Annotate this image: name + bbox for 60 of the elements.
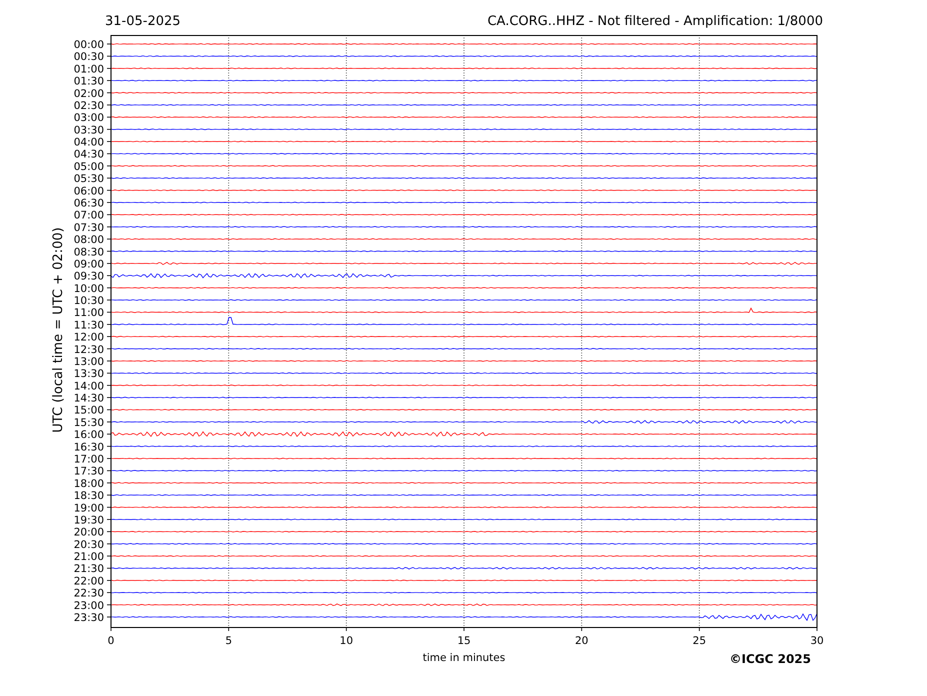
time-label: 09:00 xyxy=(74,258,104,270)
time-label: 08:00 xyxy=(74,234,104,246)
time-label: 16:00 xyxy=(74,429,104,442)
time-label: 17:30 xyxy=(74,466,104,478)
x-tick-label: 25 xyxy=(692,635,706,647)
time-label: 08:30 xyxy=(74,246,104,258)
chart-title: CA.CORG..HHZ - Not filtered - Amplification: 1/8000 xyxy=(487,13,823,31)
time-label: 01:30 xyxy=(74,76,104,88)
time-label: 12:00 xyxy=(74,332,104,344)
time-label: 06:00 xyxy=(74,185,104,198)
time-label: 17:00 xyxy=(74,454,104,466)
time-label: 06:30 xyxy=(74,198,104,210)
time-label: 03:00 xyxy=(74,112,104,124)
time-label: 19:30 xyxy=(74,514,104,526)
time-label: 07:30 xyxy=(74,222,104,234)
time-label: 14:30 xyxy=(74,392,104,405)
time-label: 23:30 xyxy=(74,612,104,624)
x-tick-label: 30 xyxy=(810,635,824,647)
time-label: 11:00 xyxy=(74,307,104,320)
time-label: 05:00 xyxy=(74,160,104,173)
time-label: 00:30 xyxy=(74,51,104,64)
time-label: 05:30 xyxy=(74,173,104,186)
time-label: 09:30 xyxy=(74,270,104,283)
x-tick-label: 5 xyxy=(225,635,232,647)
time-label: 21:30 xyxy=(74,563,104,576)
time-label: 10:00 xyxy=(74,282,104,295)
y-axis-label: UTC (local time = UTC + 02:00) xyxy=(51,227,66,433)
x-tick-label: 20 xyxy=(574,635,588,647)
time-label: 12:30 xyxy=(74,344,104,356)
x-axis-label: time in minutes xyxy=(422,652,506,664)
time-label: 16:30 xyxy=(74,441,104,454)
x-tick-label: 10 xyxy=(340,635,354,647)
time-label: 14:00 xyxy=(74,380,104,392)
time-label: 04:30 xyxy=(74,148,104,161)
time-label: 22:30 xyxy=(74,588,104,600)
time-label: 02:00 xyxy=(74,88,104,100)
x-tick-label: 0 xyxy=(108,635,114,647)
time-label: 07:00 xyxy=(74,210,104,222)
time-label: 18:00 xyxy=(74,478,104,490)
time-label: 00:00 xyxy=(74,39,104,51)
time-label: 02:30 xyxy=(74,100,104,112)
time-label: 19:00 xyxy=(74,502,104,514)
time-label: 20:00 xyxy=(74,526,104,539)
time-label: 15:30 xyxy=(74,416,104,429)
time-label: 23:00 xyxy=(74,600,104,612)
date-label: 31-05-2025 xyxy=(105,13,181,31)
time-label: 04:00 xyxy=(74,136,104,149)
time-label: 20:30 xyxy=(74,538,104,551)
time-label: 21:00 xyxy=(74,551,104,564)
time-label: 18:30 xyxy=(74,490,104,502)
time-label: 15:00 xyxy=(74,404,104,417)
time-label: 13:30 xyxy=(74,368,104,380)
copyright-text: ©ICGC 2025 xyxy=(729,652,811,666)
time-label: 13:00 xyxy=(74,356,104,368)
time-label: 11:30 xyxy=(74,319,104,332)
time-label: 03:30 xyxy=(74,124,104,136)
time-label: 01:00 xyxy=(74,63,104,76)
time-label: 10:30 xyxy=(74,295,104,308)
time-label: 22:00 xyxy=(74,575,104,588)
x-tick-label: 15 xyxy=(457,635,471,647)
